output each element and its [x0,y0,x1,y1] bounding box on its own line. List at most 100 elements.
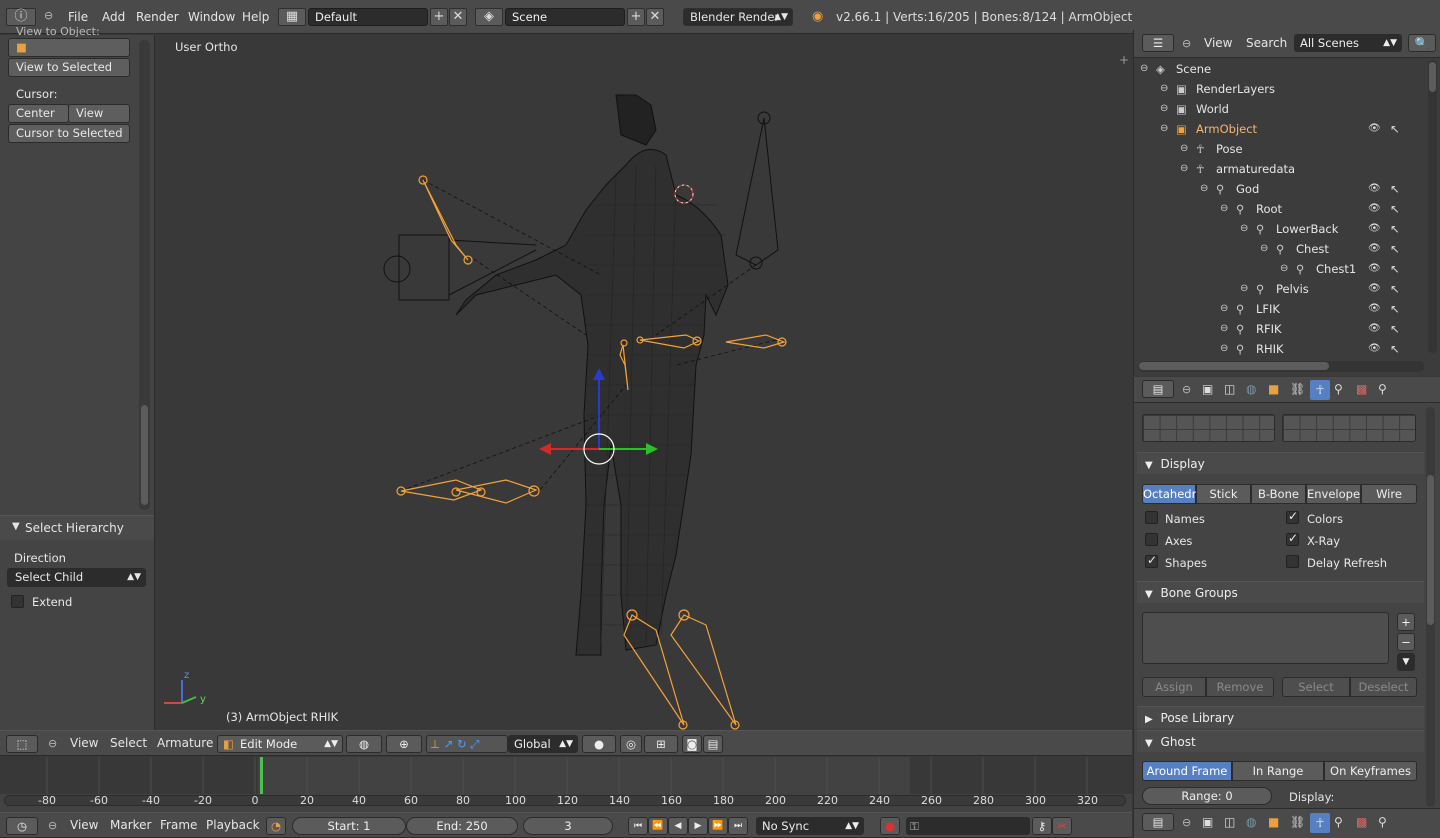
object-tab-icon[interactable]: ■ [1268,815,1279,829]
mode-select[interactable]: ◧ Edit Mode ▲▼ [217,735,343,753]
bone-groups-panel-header[interactable]: ▼ Bone Groups [1137,581,1424,603]
delay-refresh-checkbox[interactable] [1286,555,1299,568]
delete-keyframe-icon[interactable]: ✂ [1052,817,1072,835]
bone-constraint-tab-icon[interactable]: ⚲ [1378,815,1387,829]
start-frame-field[interactable]: Start: 1 [292,817,406,835]
snap-icon[interactable]: ⊞ [644,735,678,753]
names-checkbox[interactable] [1145,511,1158,524]
current-frame-indicator[interactable] [260,757,263,794]
visibility-eye-icon[interactable]: 👁 [1368,219,1381,239]
expand-toggle-icon[interactable]: ⊖ [1200,179,1208,199]
remove-bone-group-icon[interactable]: − [1397,633,1415,651]
ghost-panel-header[interactable]: ▼ Ghost [1137,730,1424,752]
outliner-row[interactable]: ⊖ ☥ Pose [1134,139,1424,159]
bone-tab-icon[interactable]: ⚲ [1334,382,1343,396]
display-envelope-button[interactable]: Envelope [1306,484,1361,504]
record-icon[interactable]: ● [880,817,900,835]
selectable-cursor-icon[interactable]: ↖ [1390,219,1400,239]
constraints-tab-icon[interactable]: ⛓ [1290,815,1305,829]
world-tab-icon[interactable]: ◍ [1246,815,1256,829]
search-icon[interactable]: 🔍 [1408,34,1436,52]
editor-type-outliner-icon[interactable]: ☰ [1142,34,1174,52]
visibility-eye-icon[interactable]: 👁 [1368,339,1381,358]
menu-file[interactable]: File [62,7,94,27]
editor-type-properties-icon[interactable]: ▤ [1142,380,1174,398]
shapes-checkbox[interactable] [1145,553,1158,568]
outliner-row[interactable]: ⊖ ⚲ Chest1 👁 ↖ [1134,259,1424,279]
visibility-eye-icon[interactable]: 👁 [1368,179,1381,199]
remove-scene-icon[interactable]: ✕ [646,8,664,26]
constraints-tab-icon[interactable]: ⛓ [1290,382,1305,396]
display-panel-header[interactable]: ▼ Display [1137,452,1424,474]
armature-data-tab-icon[interactable]: ☥ [1310,813,1330,833]
view-to-object-button[interactable]: ■ [8,38,130,57]
menu-render[interactable]: Render [130,7,185,27]
collapse-menu-icon[interactable]: ⊖ [48,737,57,750]
render-still-icon[interactable]: ◙ [682,735,702,753]
add-bone-group-icon[interactable]: + [1397,613,1415,631]
remove-button[interactable]: Remove [1206,677,1274,697]
manipulator-toggle-icons[interactable]: ⊥ ↗ ↻ ⤢ [426,735,508,753]
outliner-row[interactable]: ⊖ ⚲ RHIK 👁 ↖ [1134,339,1424,358]
collapse-menu-icon[interactable]: ⊖ [48,819,57,832]
play-reverse-icon[interactable]: ◀ [668,817,688,835]
screen-layout-field[interactable]: Default [308,8,428,26]
outliner-row[interactable]: ⊖ ▣ World [1134,99,1424,119]
expand-toggle-icon[interactable]: ⊖ [1140,59,1148,79]
add-layout-icon[interactable]: + [430,8,448,26]
menu-view[interactable]: View [70,736,98,750]
scene-field[interactable]: Scene [505,8,625,26]
visibility-eye-icon[interactable]: 👁 [1368,239,1381,259]
menu-select[interactable]: Select [110,736,147,750]
menu-add[interactable]: Add [96,7,131,27]
protected-layers-grid[interactable] [1282,414,1416,442]
cursor-view-button[interactable]: View [68,104,130,123]
render-tab-icon[interactable]: ▣ [1202,382,1213,396]
menu-view[interactable]: View [1204,36,1232,50]
sync-select[interactable]: No Sync ▲▼ [756,817,864,835]
render-anim-icon[interactable]: ▤ [703,735,723,753]
properties-scrollbar[interactable] [1426,407,1435,807]
object-tab-icon[interactable]: ■ [1268,382,1279,396]
expand-toggle-icon[interactable]: ⊖ [1160,79,1168,99]
selectable-cursor-icon[interactable]: ↖ [1390,319,1400,339]
bone-tab-icon[interactable]: ⚲ [1334,815,1343,829]
menu-marker[interactable]: Marker [110,818,151,832]
menu-playback[interactable]: Playback [206,818,260,832]
colors-checkbox[interactable] [1286,509,1299,524]
collapse-menu-icon[interactable]: ⊖ [44,9,53,22]
assign-button[interactable]: Assign [1142,677,1206,697]
pivot-point-icon[interactable]: ⊕ [386,735,422,753]
deselect-button[interactable]: Deselect [1350,677,1417,697]
end-frame-field[interactable]: End: 250 [406,817,518,835]
pose-library-panel-header[interactable]: ▶ Pose Library [1137,706,1424,728]
expand-toggle-icon[interactable]: ⊖ [1180,139,1188,159]
properties-scroll-thumb[interactable] [1427,475,1434,625]
selectable-cursor-icon[interactable]: ↖ [1390,299,1400,319]
add-scene-icon[interactable]: + [627,8,645,26]
expand-toggle-icon[interactable]: ⊖ [1220,339,1228,358]
expand-toggle-icon[interactable]: ⊖ [1160,119,1168,139]
expand-toggle-icon[interactable]: ⊖ [1240,219,1248,239]
menu-search[interactable]: Search [1246,36,1287,50]
jump-key-forward-icon[interactable]: ⏩ [708,817,728,835]
menu-view[interactable]: View [70,818,98,832]
shelf-scrollbar[interactable] [139,40,150,510]
visibility-eye-icon[interactable]: 👁 [1368,119,1381,139]
play-icon[interactable]: ▶ [688,817,708,835]
selectable-cursor-icon[interactable]: ↖ [1390,279,1400,299]
extend-checkbox[interactable] [11,595,24,608]
render-layers-tab-icon[interactable]: ◫ [1224,382,1235,396]
outliner-hscroll-thumb[interactable] [1139,362,1329,370]
world-tab-icon[interactable]: ◍ [1246,382,1256,396]
outliner-row[interactable]: ⊖ ⚲ God 👁 ↖ [1134,179,1424,199]
preview-range-icon[interactable]: ◔ [266,817,286,835]
outliner-row[interactable]: ⊖ ⚲ RFIK 👁 ↖ [1134,319,1424,339]
ghost-around-frame-button[interactable]: Around Frame [1142,761,1232,781]
collapse-menu-icon[interactable]: ⊖ [1182,816,1191,829]
axes-checkbox[interactable] [1145,533,1158,546]
selectable-cursor-icon[interactable]: ↖ [1390,259,1400,279]
visibility-eye-icon[interactable]: 👁 [1368,319,1381,339]
render-engine-select[interactable]: Blender Render ▲▼ [683,8,793,26]
outliner-tree[interactable]: ⊖ ◈ Scene ⊖ ▣ RenderLayers ⊖ ▣ World ⊖ ▣ ArmObject 👁… [1134,58,1426,358]
